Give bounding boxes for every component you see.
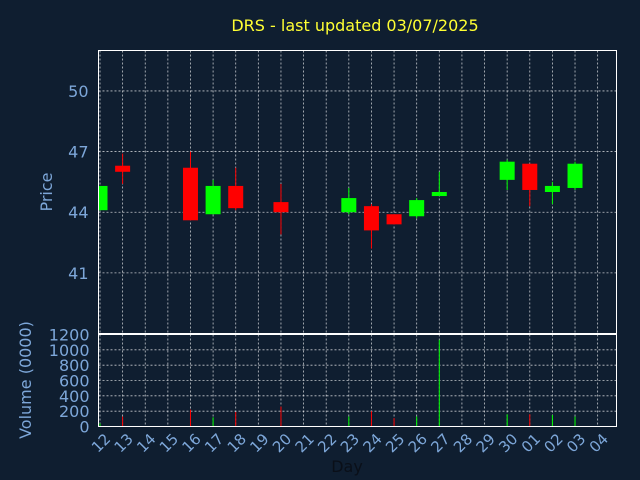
chart-stage: DRS - last updated 03/07/2025 Price Volu… [0, 0, 640, 480]
price-panel-frame [98, 50, 617, 334]
candle-body [363, 206, 379, 231]
candle-body [98, 185, 108, 211]
volume-tick-label: 1200 [49, 326, 90, 345]
x-tick-label: 04 [586, 430, 612, 456]
candle-body [228, 185, 244, 209]
chart-title: DRS - last updated 03/07/2025 [231, 16, 478, 35]
price-tick-label: 44 [68, 203, 88, 222]
candle-body [567, 163, 583, 188]
candle-body [499, 161, 515, 180]
candle-body [522, 163, 538, 190]
candle-body [115, 165, 131, 172]
price-tick-label: 47 [68, 143, 88, 162]
price-tick-label: 41 [68, 264, 88, 283]
x-axis-label: Day [331, 457, 363, 476]
volume-axis-label: Volume (0000) [16, 321, 35, 439]
candle-body [544, 185, 560, 192]
candle-body [431, 192, 447, 197]
ticks-layer: 1213141516171819202122232425262728293001… [49, 82, 612, 456]
price-tick-label: 50 [68, 82, 88, 101]
marks-layer [98, 151, 583, 427]
candle-body [182, 167, 198, 221]
candle-body [341, 198, 357, 213]
candle-body [273, 202, 289, 213]
grid-layer [98, 50, 617, 427]
candle-body [205, 185, 221, 215]
candle-body [386, 214, 402, 225]
candle-body [409, 200, 425, 217]
price-axis-label: Price [37, 172, 56, 211]
candlestick-chart: DRS - last updated 03/07/2025 Price Volu… [16, 16, 617, 476]
